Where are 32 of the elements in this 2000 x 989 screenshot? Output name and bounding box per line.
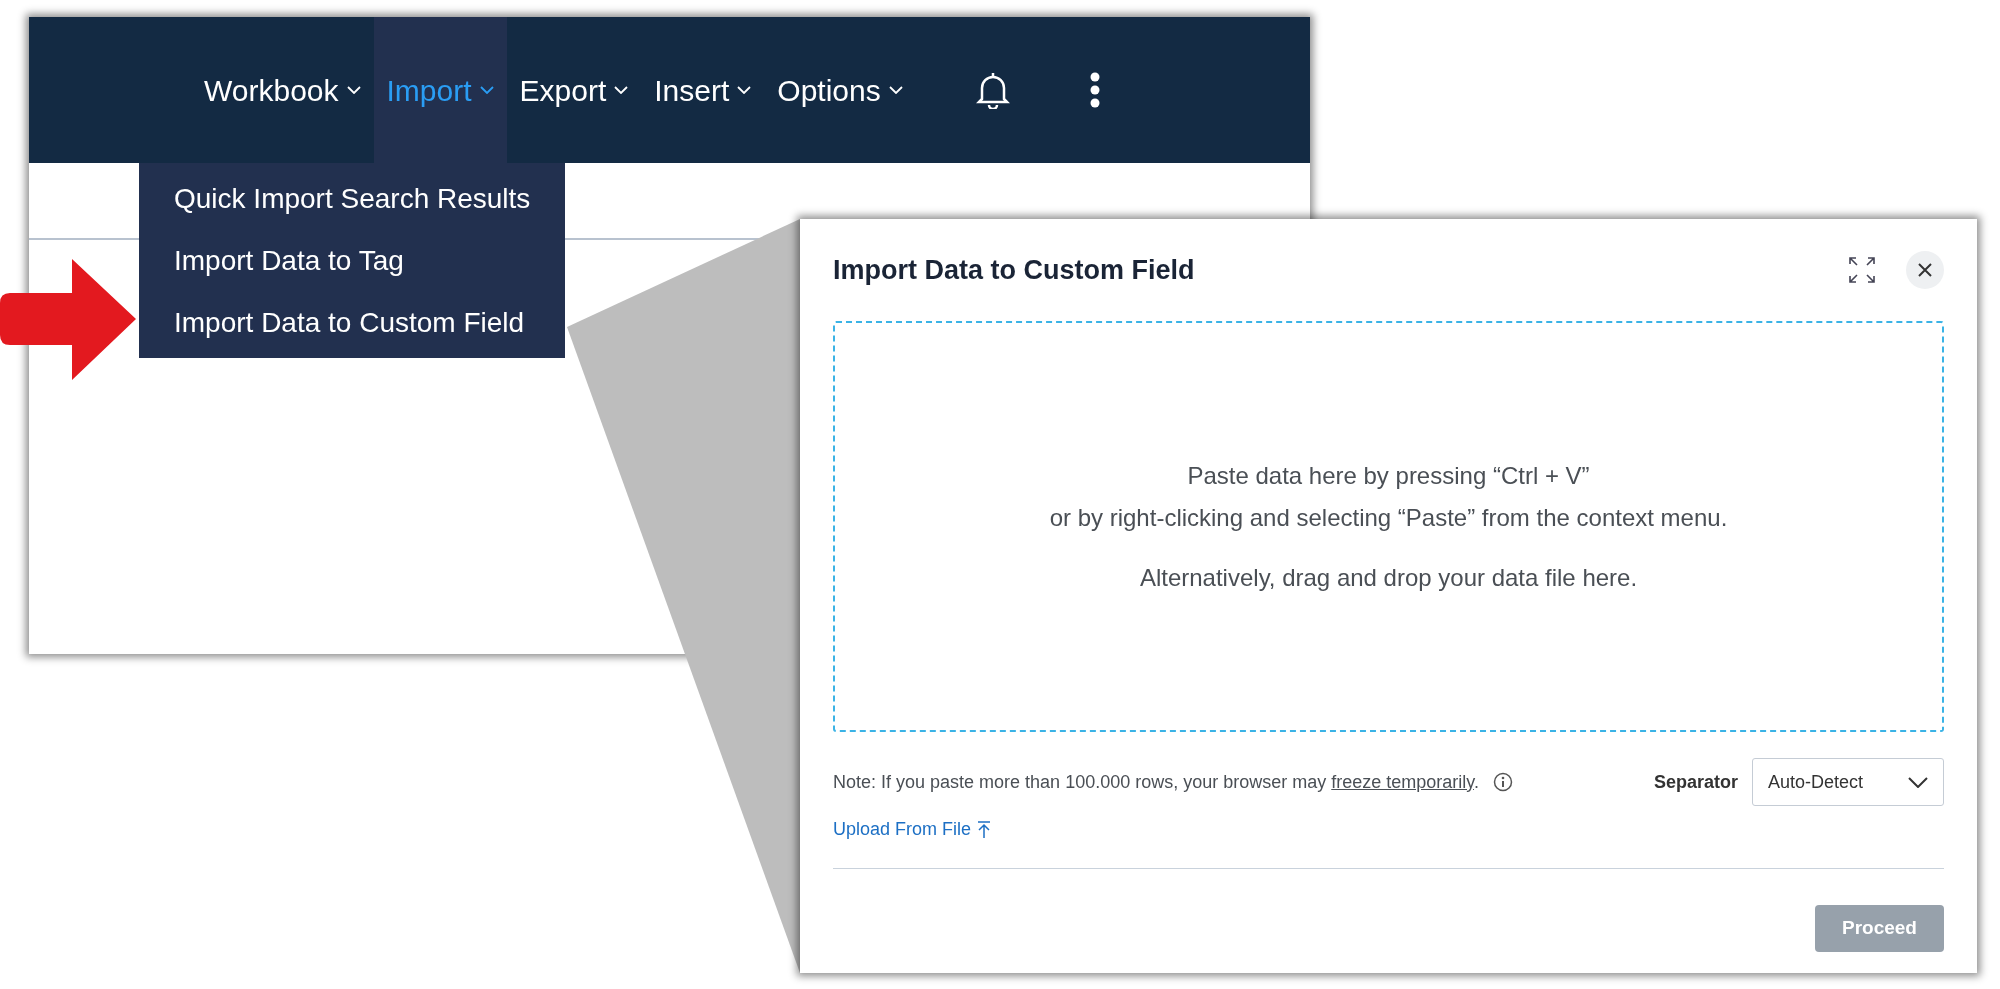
arrow-icon [0,259,136,380]
nav-menu-tab[interactable]: Export [506,17,642,163]
chevron-down-icon [888,86,903,94]
expand-icon[interactable] [1848,256,1876,284]
chevron-down-icon [1908,776,1928,788]
nav-menu-tab[interactable]: Insert [641,17,765,163]
nav-menu-tab[interactable]: Workbook [191,17,374,163]
separator-label: Separator [1653,770,1738,794]
instruction-text: or by right-clicking and selecting “Paste” from the context menu. [1049,502,1728,533]
chevron-down-icon [737,86,752,94]
chevron-down-icon [346,86,361,94]
close-icon [1918,263,1932,277]
freeze-temporarily-link[interactable]: freeze temporarily [1331,771,1474,792]
upload-from-file-link[interactable]: Upload From File [833,816,972,843]
nav-menu-tab[interactable]: Options [764,17,916,163]
instruction-text: Paste data here by pressing “Ctrl + V” [1187,460,1590,491]
nav-menu-tab[interactable]: Import [373,17,507,163]
dropdown-menu-item[interactable]: Quick Import Search Results [174,177,530,220]
dropdown-menu-item[interactable]: Import Data to Custom Field [174,301,530,344]
note-text: Note: If you paste more than 100.000 rows, your browser may freeze temporarily. [833,770,1479,794]
more-options-icon[interactable] [1089,72,1100,108]
close-button[interactable] [1906,251,1944,289]
info-icon[interactable] [1493,772,1513,792]
separator-dropdown[interactable]: Auto-Detect [1752,758,1944,806]
instruction-text: Alternatively, drag and drop your data file here. [1139,562,1638,593]
chevron-down-icon [614,86,629,94]
drop-zone[interactable]: Paste data here by pressing “Ctrl + V” or by right-clicking and selecting “Paste” from the context menu. Alternatively, drag and drop your data file here. [833,321,1944,732]
chevron-down-icon [479,86,494,94]
bell-icon[interactable] [975,71,1010,109]
dropdown-menu-item[interactable]: Import Data to Tag [174,239,530,282]
upload-icon[interactable] [977,820,992,839]
dialog-title: Import Data to Custom Field [833,253,1196,287]
